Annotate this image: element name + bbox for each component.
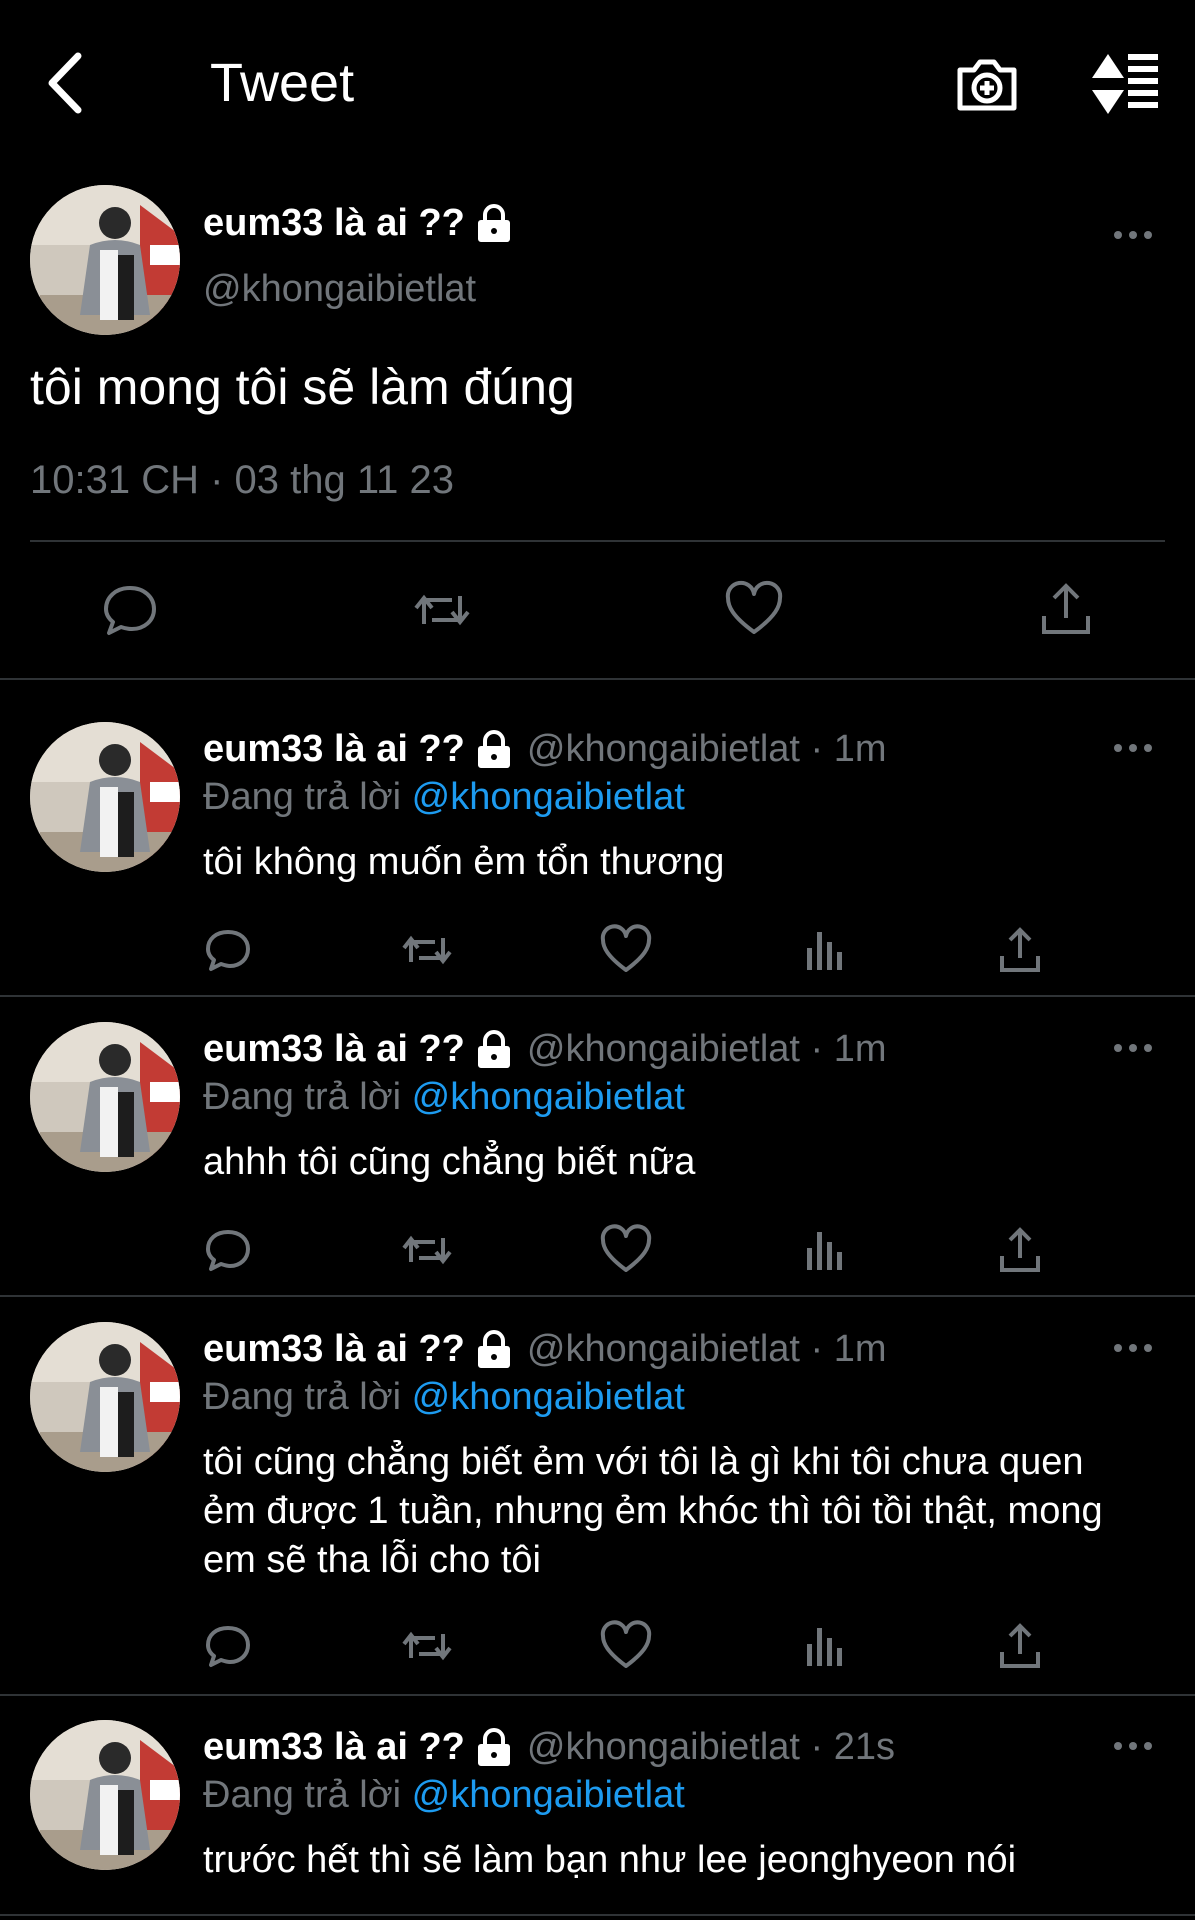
retweet-icon[interactable] [395, 1218, 459, 1282]
divider [0, 1694, 1195, 1696]
replying-to: Đang trả lời @khongaibietlat [203, 1376, 685, 1419]
lock-icon [475, 203, 513, 244]
share-icon[interactable] [1034, 578, 1098, 642]
tweet-timestamp[interactable]: 10:31 CH · 03 thg 11 23 [30, 458, 454, 503]
replying-to: Đang trả lời @khongaibietlat [203, 1774, 685, 1817]
reply-icon[interactable] [98, 578, 162, 642]
like-icon[interactable] [594, 918, 658, 982]
divider [0, 1295, 1195, 1297]
retweet-icon[interactable] [395, 918, 459, 982]
author-handle[interactable]: @khongaibietlat [203, 268, 476, 311]
share-icon[interactable] [988, 918, 1052, 982]
divider [30, 540, 1165, 542]
share-icon[interactable] [988, 1614, 1052, 1678]
reply-meta[interactable]: @khongaibietlat · 1m [527, 1028, 887, 1071]
lock-icon [475, 729, 513, 770]
avatar[interactable] [30, 1322, 180, 1472]
display-name[interactable]: eum33 là ai ?? [203, 1726, 465, 1769]
divider [0, 995, 1195, 997]
avatar[interactable] [30, 1022, 180, 1172]
reply-author-row: eum33 là ai ?? @khongaibietlat · 1m [203, 728, 887, 771]
replying-prefix: Đang trả lời [203, 776, 402, 818]
reply-author-row: eum33 là ai ?? @khongaibietlat · 21s [203, 1726, 895, 1769]
reply-text: tôi không muốn ẻm tổn thương [203, 841, 725, 883]
sort-icon[interactable] [1090, 48, 1160, 118]
divider [0, 1914, 1195, 1916]
avatar[interactable] [30, 1720, 180, 1870]
display-name[interactable]: eum33 là ai ?? [203, 1328, 465, 1371]
tweet-text: tôi mong tôi sẽ làm đúng [30, 359, 575, 415]
back-arrow-icon[interactable] [38, 48, 108, 118]
more-icon[interactable] [1110, 225, 1160, 245]
retweet-icon[interactable] [395, 1614, 459, 1678]
page-title: Tweet [210, 53, 355, 113]
mention-link[interactable]: @khongaibietlat [412, 1076, 685, 1118]
like-icon[interactable] [722, 578, 786, 642]
camera-plus-icon[interactable] [952, 48, 1022, 118]
mention-link[interactable]: @khongaibietlat [412, 776, 685, 818]
lock-icon [475, 1029, 513, 1070]
display-name[interactable]: eum33 là ai ?? [203, 728, 465, 771]
author-handle-row: @khongaibietlat [203, 268, 476, 311]
retweet-icon[interactable] [410, 578, 474, 642]
views-icon[interactable] [793, 918, 857, 982]
more-icon[interactable] [1110, 1736, 1160, 1756]
lock-icon [475, 1727, 513, 1768]
views-icon[interactable] [793, 1614, 857, 1678]
top-bar: Tweet [0, 0, 1195, 160]
author-row: eum33 là ai ?? [203, 202, 513, 245]
reply-meta[interactable]: @khongaibietlat · 1m [527, 1328, 887, 1371]
reply-icon[interactable] [196, 1614, 260, 1678]
display-name[interactable]: eum33 là ai ?? [203, 1028, 465, 1071]
reply-author-row: eum33 là ai ?? @khongaibietlat · 1m [203, 1028, 887, 1071]
replying-prefix: Đang trả lời [203, 1376, 402, 1418]
avatar[interactable] [30, 722, 180, 872]
mention-link[interactable]: @khongaibietlat [412, 1774, 685, 1816]
avatar[interactable] [30, 185, 180, 335]
reply-text: tôi cũng chẳng biết ẻm với tôi là gì khi… [203, 1441, 1103, 1581]
reply-author-row: eum33 là ai ?? @khongaibietlat · 1m [203, 1328, 887, 1371]
more-icon[interactable] [1110, 1338, 1160, 1358]
replying-prefix: Đang trả lời [203, 1774, 402, 1816]
like-icon[interactable] [594, 1218, 658, 1282]
replying-prefix: Đang trả lời [203, 1076, 402, 1118]
reply-text: ahhh tôi cũng chẳng biết nữa [203, 1141, 696, 1183]
reply-text: trước hết thì sẽ làm bạn như lee jeonghy… [203, 1839, 1017, 1881]
display-name[interactable]: eum33 là ai ?? [203, 202, 465, 245]
views-icon[interactable] [793, 1218, 857, 1282]
replying-to: Đang trả lời @khongaibietlat [203, 1076, 685, 1119]
lock-icon [475, 1329, 513, 1370]
divider [0, 678, 1195, 680]
reply-meta[interactable]: @khongaibietlat · 21s [527, 1726, 895, 1769]
reply-meta[interactable]: @khongaibietlat · 1m [527, 728, 887, 771]
more-icon[interactable] [1110, 1038, 1160, 1058]
mention-link[interactable]: @khongaibietlat [412, 1376, 685, 1418]
reply-icon[interactable] [196, 918, 260, 982]
more-icon[interactable] [1110, 738, 1160, 758]
share-icon[interactable] [988, 1218, 1052, 1282]
reply-icon[interactable] [196, 1218, 260, 1282]
replying-to: Đang trả lời @khongaibietlat [203, 776, 685, 819]
like-icon[interactable] [594, 1614, 658, 1678]
